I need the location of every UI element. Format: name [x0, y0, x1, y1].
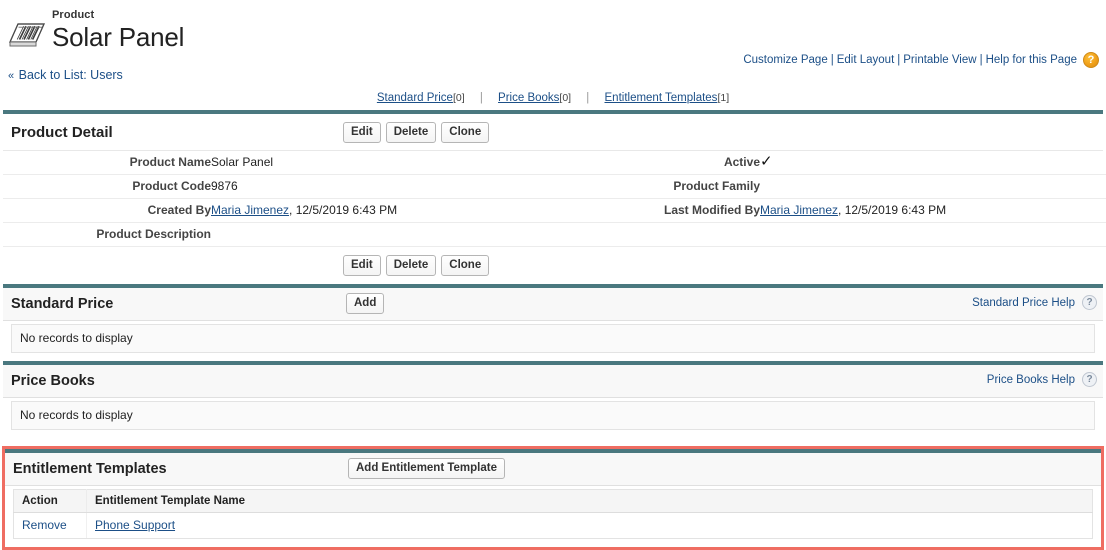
detail-actions-bottom: Edit Delete Clone: [3, 247, 1103, 284]
entitlement-templates-header: Entitlement Templates Add Entitlement Te…: [5, 453, 1101, 486]
entitlement-templates-section: Entitlement Templates Add Entitlement Te…: [5, 449, 1101, 547]
price-books-help-link[interactable]: Price Books Help: [987, 374, 1075, 386]
last-modified-by-date: , 12/5/2019 6:43 PM: [838, 203, 947, 217]
link-separator-2: |: [897, 54, 901, 66]
product-description-value: [211, 222, 560, 247]
page-header: Product Solar Panel Customize Page | Edi…: [0, 0, 1106, 68]
product-detail-title: Product Detail: [11, 123, 113, 141]
nav-price-books-count: [0]: [559, 92, 572, 104]
standard-price-empty-message: No records to display: [11, 324, 1095, 353]
price-books-header: Price Books Price Books Help ?: [3, 365, 1103, 398]
nav-entitlement-templates-link[interactable]: Entitlement Templates: [605, 92, 718, 104]
entitlement-template-name-link[interactable]: Phone Support: [95, 518, 175, 532]
last-modified-by-user-link[interactable]: Maria Jimenez: [760, 203, 838, 217]
product-name-value: Solar Panel: [211, 151, 560, 175]
entitlement-templates-table: Action Entitlement Template Name Remove …: [13, 489, 1093, 539]
nav-standard-price-count: [0]: [452, 92, 465, 104]
standard-price-help-icon[interactable]: ?: [1082, 295, 1097, 310]
price-books-title: Price Books: [11, 373, 95, 389]
table-row: Remove Phone Support: [13, 512, 1093, 539]
record-type-label: Product: [52, 9, 95, 21]
price-books-section: Price Books Price Books Help ? No record…: [3, 361, 1103, 438]
nav-separator-2: |: [586, 92, 590, 104]
created-by-label: Created By: [3, 198, 211, 223]
column-header-action: Action: [13, 489, 87, 513]
product-family-label: Product Family: [560, 174, 760, 199]
remove-link[interactable]: Remove: [22, 518, 67, 532]
detail-actions-top: Edit Delete Clone: [343, 122, 490, 143]
back-to-list-link[interactable]: Back to List: Users: [19, 68, 123, 82]
related-list-nav: Standard Price[0] | Price Books[0] | Ent…: [0, 82, 1106, 110]
detail-row-2: Product Code 9876 Product Family: [3, 174, 1106, 199]
detail-row-4: Product Description: [3, 222, 1106, 247]
printable-view-link[interactable]: Printable View: [903, 54, 976, 66]
help-question-mark-icon[interactable]: ?: [1083, 52, 1099, 68]
price-books-help-area: Price Books Help ?: [987, 372, 1097, 387]
active-value: ✓: [760, 151, 1106, 175]
standard-price-section: Standard Price Add Standard Price Help ?…: [3, 284, 1103, 361]
product-code-label: Product Code: [3, 174, 211, 199]
price-books-empty-message: No records to display: [11, 401, 1095, 430]
nav-price-books-link[interactable]: Price Books: [498, 92, 559, 104]
last-modified-by-value: Maria Jimenez, 12/5/2019 6:43 PM: [760, 198, 1106, 223]
standard-price-title: Standard Price: [11, 296, 114, 312]
edit-button-top[interactable]: Edit: [343, 122, 381, 143]
barcode-product-icon: [9, 23, 45, 47]
page-utility-links: Customize Page | Edit Layout | Printable…: [743, 52, 1099, 68]
delete-button-top[interactable]: Delete: [385, 122, 437, 143]
edit-button-bottom[interactable]: Edit: [343, 255, 381, 276]
created-by-value: Maria Jimenez, 12/5/2019 6:43 PM: [211, 198, 560, 223]
standard-price-header: Standard Price Add Standard Price Help ?: [3, 288, 1103, 321]
detail-spacer-label: [560, 222, 760, 247]
table-header-row: Action Entitlement Template Name: [13, 489, 1093, 513]
product-detail-header: Product Detail Edit Delete Clone: [3, 114, 1103, 151]
standard-price-body: No records to display: [3, 321, 1103, 361]
product-code-value: 9876: [211, 174, 560, 199]
edit-layout-link[interactable]: Edit Layout: [837, 54, 895, 66]
created-by-user-link[interactable]: Maria Jimenez: [211, 203, 289, 217]
last-modified-by-label: Last Modified By: [560, 198, 760, 223]
delete-button-bottom[interactable]: Delete: [385, 255, 437, 276]
product-detail-table: Product Name Solar Panel Active ✓ Produc…: [3, 151, 1106, 247]
entitlement-templates-actions: Add Entitlement Template: [348, 458, 505, 479]
product-detail-section: Product Detail Edit Delete Clone Product…: [3, 110, 1106, 284]
standard-price-help-area: Standard Price Help ?: [972, 295, 1097, 310]
add-standard-price-button[interactable]: Add: [346, 293, 385, 314]
row-action-cell: Remove: [13, 512, 87, 539]
detail-row-1: Product Name Solar Panel Active ✓: [3, 151, 1106, 175]
record-title-text: Product Solar Panel: [52, 9, 185, 53]
standard-price-actions: Add: [346, 293, 385, 314]
help-for-this-page-link[interactable]: Help for this Page: [986, 54, 1077, 66]
record-title-block: Product Solar Panel: [0, 10, 1106, 52]
product-name-label: Product Name: [3, 151, 211, 175]
nav-separator-1: |: [479, 92, 483, 104]
clone-button-bottom[interactable]: Clone: [441, 255, 490, 276]
standard-price-help-link[interactable]: Standard Price Help: [972, 297, 1075, 309]
product-family-value: [760, 174, 1106, 199]
link-separator-3: |: [979, 54, 983, 66]
price-books-body: No records to display: [3, 398, 1103, 438]
active-label: Active: [560, 151, 760, 175]
nav-entitlement-templates-count: [1]: [717, 92, 730, 104]
detail-row-3: Created By Maria Jimenez, 12/5/2019 6:43…: [3, 198, 1106, 223]
entitlement-templates-highlight: Entitlement Templates Add Entitlement Te…: [2, 446, 1104, 550]
customize-page-link[interactable]: Customize Page: [743, 54, 827, 66]
created-by-date: , 12/5/2019 6:43 PM: [289, 203, 398, 217]
nav-standard-price-link[interactable]: Standard Price: [377, 92, 453, 104]
column-header-entitlement-template-name: Entitlement Template Name: [86, 489, 1093, 513]
double-chevron-left-icon: «: [8, 70, 15, 82]
add-entitlement-template-button[interactable]: Add Entitlement Template: [348, 458, 505, 479]
row-name-cell: Phone Support: [86, 512, 1093, 539]
link-separator-1: |: [830, 54, 834, 66]
check-mark-icon: ✓: [760, 153, 773, 170]
entitlement-templates-body: Action Entitlement Template Name Remove …: [5, 486, 1101, 547]
detail-spacer-value: [760, 222, 1106, 247]
page-title: Solar Panel: [52, 22, 185, 52]
price-books-help-icon[interactable]: ?: [1082, 372, 1097, 387]
clone-button-top[interactable]: Clone: [441, 122, 490, 143]
entitlement-templates-title: Entitlement Templates: [13, 461, 167, 477]
product-description-label: Product Description: [3, 222, 211, 247]
